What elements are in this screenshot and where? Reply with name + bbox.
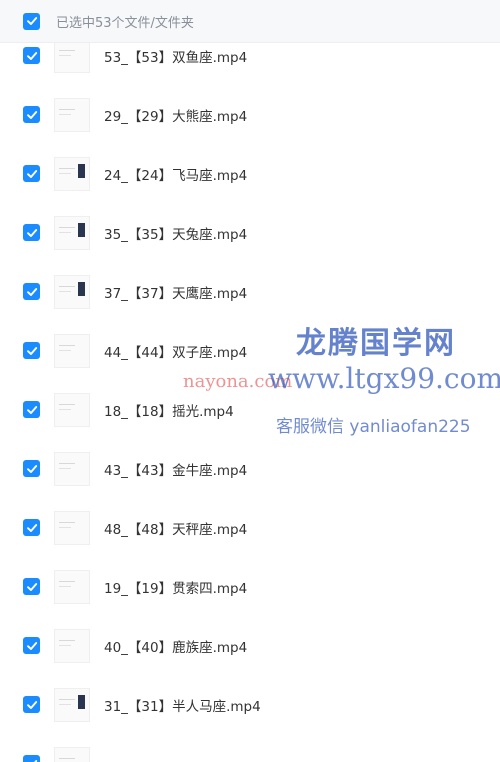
- check-icon: [26, 405, 37, 414]
- file-checkbox[interactable]: [23, 224, 40, 241]
- file-checkbox[interactable]: [23, 637, 40, 654]
- video-thumbnail-icon: [54, 746, 90, 762]
- check-icon: [26, 228, 37, 237]
- check-icon: [26, 641, 37, 650]
- file-row[interactable]: [0, 734, 500, 762]
- file-checkbox[interactable]: [23, 519, 40, 536]
- file-name[interactable]: 43_【43】金牛座.mp4: [104, 459, 247, 479]
- file-name[interactable]: 37_【37】天鹰座.mp4: [104, 282, 247, 302]
- file-checkbox[interactable]: [23, 47, 40, 64]
- file-checkbox[interactable]: [23, 283, 40, 300]
- video-thumbnail-icon: [54, 569, 90, 604]
- file-name[interactable]: 31_【31】半人马座.mp4: [104, 695, 261, 715]
- file-checkbox[interactable]: [23, 342, 40, 359]
- file-checkbox[interactable]: [23, 696, 40, 713]
- selection-header: 已选中53个文件/文件夹: [0, 0, 500, 43]
- video-thumbnail-icon: [54, 274, 90, 309]
- select-all-checkbox[interactable]: [23, 12, 40, 30]
- file-name[interactable]: 24_【24】飞马座.mp4: [104, 164, 247, 184]
- file-checkbox[interactable]: [23, 460, 40, 477]
- check-icon: [26, 169, 37, 178]
- video-thumbnail-icon: [54, 451, 90, 486]
- selection-count-label: 已选中53个文件/文件夹: [56, 15, 194, 31]
- file-name[interactable]: 19_【19】贯索四.mp4: [104, 577, 247, 597]
- file-checkbox[interactable]: [23, 755, 40, 762]
- video-thumbnail-icon: [54, 156, 90, 191]
- file-name[interactable]: 18_【18】摇光.mp4: [104, 400, 234, 420]
- file-name[interactable]: 40_【40】鹿族座.mp4: [104, 636, 247, 656]
- file-checkbox[interactable]: [23, 401, 40, 418]
- file-row[interactable]: 29_【29】大熊座.mp4: [0, 85, 500, 144]
- check-icon: [33, 759, 37, 762]
- file-checkbox[interactable]: [23, 106, 40, 123]
- video-thumbnail-icon: [54, 687, 90, 722]
- check-icon: [26, 700, 37, 709]
- file-row[interactable]: 53_【53】双鱼座.mp4: [0, 42, 500, 85]
- file-name[interactable]: 53_【53】双鱼座.mp4: [104, 46, 247, 66]
- file-row[interactable]: 18_【18】摇光.mp4: [0, 380, 500, 439]
- video-thumbnail-icon: [54, 42, 90, 73]
- video-thumbnail-icon: [54, 333, 90, 368]
- file-row[interactable]: 31_【31】半人马座.mp4: [0, 675, 500, 734]
- check-icon: [26, 346, 37, 355]
- check-icon: [26, 17, 37, 25]
- check-icon: [26, 464, 37, 473]
- file-row[interactable]: 24_【24】飞马座.mp4: [0, 144, 500, 203]
- file-name[interactable]: 35_【35】天兔座.mp4: [104, 223, 247, 243]
- file-checkbox[interactable]: [23, 578, 40, 595]
- file-row[interactable]: 43_【43】金牛座.mp4: [0, 439, 500, 498]
- file-name[interactable]: 44_【44】双子座.mp4: [104, 341, 247, 361]
- file-row[interactable]: 35_【35】天兔座.mp4: [0, 203, 500, 262]
- file-list: 53_【53】双鱼座.mp4 29_【29】大熊座.mp4 24_【24】飞马座.m…: [0, 42, 500, 762]
- file-row[interactable]: 37_【37】天鹰座.mp4: [0, 262, 500, 321]
- check-icon: [26, 110, 37, 119]
- check-icon: [26, 51, 37, 60]
- file-row[interactable]: 19_【19】贯索四.mp4: [0, 557, 500, 616]
- check-icon: [26, 287, 37, 296]
- video-thumbnail-icon: [54, 510, 90, 545]
- file-name[interactable]: 48_【48】天秤座.mp4: [104, 518, 247, 538]
- check-icon: [26, 582, 37, 591]
- file-name[interactable]: 29_【29】大熊座.mp4: [104, 105, 247, 125]
- file-row[interactable]: 48_【48】天秤座.mp4: [0, 498, 500, 557]
- video-thumbnail-icon: [54, 215, 90, 250]
- file-checkbox[interactable]: [23, 165, 40, 182]
- file-list-rows: 53_【53】双鱼座.mp4 29_【29】大熊座.mp4 24_【24】飞马座.m…: [0, 42, 500, 762]
- check-icon: [26, 523, 37, 532]
- video-thumbnail-icon: [54, 628, 90, 663]
- file-row[interactable]: 44_【44】双子座.mp4: [0, 321, 500, 380]
- video-thumbnail-icon: [54, 97, 90, 132]
- video-thumbnail-icon: [54, 392, 90, 427]
- file-row[interactable]: 40_【40】鹿族座.mp4: [0, 616, 500, 675]
